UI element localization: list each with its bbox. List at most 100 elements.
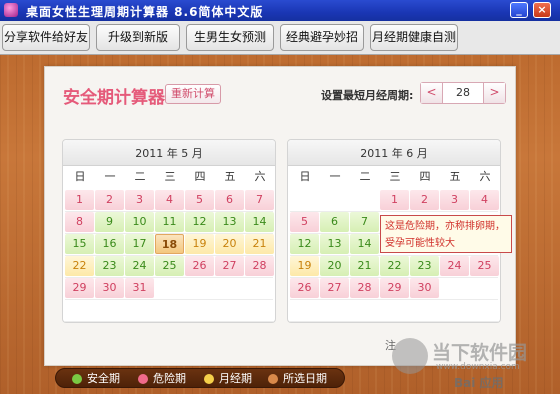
calendar-day[interactable]: 4 xyxy=(155,190,184,210)
weekday-label: 日 xyxy=(74,170,86,183)
calendar-day[interactable]: 17 xyxy=(125,234,154,254)
calendar-day[interactable]: 7 xyxy=(350,212,379,232)
calendar-day[interactable]: 21 xyxy=(245,234,274,254)
calendar-empty-cell xyxy=(215,300,244,320)
close-button[interactable]: × xyxy=(533,2,551,18)
calendar-day[interactable]: 14 xyxy=(350,234,379,254)
weekday-label: 一 xyxy=(104,170,116,183)
calendar-empty-cell xyxy=(350,300,379,320)
legend: 安全期 危险期 月经期 所选日期 xyxy=(55,368,345,388)
calendar-day[interactable]: 11 xyxy=(155,212,184,232)
calendar-day[interactable]: 24 xyxy=(440,256,469,276)
calendar-day[interactable]: 25 xyxy=(155,256,184,276)
calendar-day[interactable]: 7 xyxy=(245,190,274,210)
calendar-day[interactable]: 6 xyxy=(215,190,244,210)
calendar-day[interactable]: 3 xyxy=(440,190,469,210)
calendar-day[interactable]: 15 xyxy=(65,234,94,254)
tooltip-line: 这是危险期，亦称排卵期， xyxy=(385,221,505,232)
calendar-day[interactable]: 5 xyxy=(185,190,214,210)
weekday-row: 日一二三四五六 xyxy=(63,166,275,188)
calendar-empty-cell xyxy=(320,190,349,210)
calendar-day[interactable]: 27 xyxy=(215,256,244,276)
calendar-day[interactable]: 13 xyxy=(320,234,349,254)
calendar-day[interactable]: 19 xyxy=(185,234,214,254)
weekday-label: 二 xyxy=(134,170,146,183)
calendar-day[interactable]: 18 xyxy=(155,234,184,254)
cycle-stepper[interactable]: < 28 > xyxy=(420,82,506,104)
calendar-day[interactable]: 2 xyxy=(95,190,124,210)
gender-predict-button[interactable]: 生男生女预测 xyxy=(186,24,274,51)
weekday-label: 六 xyxy=(254,170,266,183)
calendar-day[interactable]: 4 xyxy=(470,190,499,210)
toolbar: 分享软件给好友 升级到新版 生男生女预测 经典避孕妙招 月经期健康自测 xyxy=(0,21,560,55)
calendar-empty-cell xyxy=(320,300,349,320)
calendar-day[interactable]: 25 xyxy=(470,256,499,276)
calendar-empty-cell xyxy=(95,300,124,320)
calendar-day[interactable]: 3 xyxy=(125,190,154,210)
calendar-empty-cell xyxy=(440,278,469,298)
calendar-day[interactable]: 6 xyxy=(320,212,349,232)
increment-button[interactable]: > xyxy=(483,83,505,103)
calendar-day[interactable]: 13 xyxy=(215,212,244,232)
calendar-day[interactable]: 21 xyxy=(350,256,379,276)
calendar-day[interactable]: 2 xyxy=(410,190,439,210)
calendar-day[interactable]: 10 xyxy=(125,212,154,232)
recalculate-button[interactable]: 重新计算 xyxy=(165,84,221,104)
calendar-day[interactable]: 26 xyxy=(185,256,214,276)
calendar-day[interactable]: 31 xyxy=(125,278,154,298)
cycle-label: 设置最短月经周期: xyxy=(321,89,414,102)
calendar-day[interactable]: 26 xyxy=(290,278,319,298)
calendar-day[interactable]: 22 xyxy=(380,256,409,276)
weekday-label: 三 xyxy=(164,170,176,183)
danger-dot-icon xyxy=(138,374,148,384)
calendar-day[interactable]: 12 xyxy=(185,212,214,232)
share-software-button[interactable]: 分享软件给好友 xyxy=(2,24,90,51)
upgrade-button[interactable]: 升级到新版 xyxy=(96,24,180,51)
calendar-empty-cell xyxy=(65,300,94,320)
contraception-tips-button[interactable]: 经典避孕妙招 xyxy=(280,24,364,51)
calendar-day[interactable]: 1 xyxy=(65,190,94,210)
calendar-day[interactable]: 12 xyxy=(290,234,319,254)
calendar-day[interactable]: 19 xyxy=(290,256,319,276)
calendar-empty-cell xyxy=(410,300,439,320)
calendar-day[interactable]: 28 xyxy=(245,256,274,276)
calendar-day[interactable]: 27 xyxy=(320,278,349,298)
calendar-day[interactable]: 16 xyxy=(95,234,124,254)
minimize-button[interactable]: _ xyxy=(510,2,528,18)
calendar-day[interactable]: 30 xyxy=(410,278,439,298)
calendar-day[interactable]: 23 xyxy=(95,256,124,276)
calendar-day[interactable]: 9 xyxy=(95,212,124,232)
calendar-day[interactable]: 29 xyxy=(65,278,94,298)
footnote-text: 注 xyxy=(385,339,396,352)
danger-tooltip: 这是危险期，亦称排卵期， 受孕可能性较大 xyxy=(380,215,512,253)
calendar-day[interactable]: 5 xyxy=(290,212,319,232)
legend-label: 月经期 xyxy=(219,372,252,385)
weekday-label: 六 xyxy=(479,170,491,183)
app-icon xyxy=(4,3,18,17)
weekday-label: 一 xyxy=(329,170,341,183)
calendar-day[interactable]: 8 xyxy=(65,212,94,232)
calendar-day[interactable]: 29 xyxy=(380,278,409,298)
calendar-empty-cell xyxy=(290,300,319,320)
weekday-label: 四 xyxy=(419,170,431,183)
calendar-day[interactable]: 24 xyxy=(125,256,154,276)
calendar-empty-cell xyxy=(245,278,274,298)
calendar-gridline xyxy=(65,321,273,322)
cycle-value[interactable]: 28 xyxy=(443,83,483,103)
calendar-day[interactable]: 20 xyxy=(320,256,349,276)
calendar-day[interactable]: 22 xyxy=(65,256,94,276)
calendar-day[interactable]: 1 xyxy=(380,190,409,210)
calendar-day[interactable]: 20 xyxy=(215,234,244,254)
calendar-month-title: 2011 年 6 月 xyxy=(288,140,500,166)
health-test-button[interactable]: 月经期健康自测 xyxy=(370,24,458,51)
calendar-day[interactable]: 23 xyxy=(410,256,439,276)
calendar-day[interactable]: 28 xyxy=(350,278,379,298)
calendar-empty-cell xyxy=(440,300,469,320)
weekday-label: 四 xyxy=(194,170,206,183)
weekday-label: 五 xyxy=(224,170,236,183)
calendar-day[interactable]: 30 xyxy=(95,278,124,298)
decrement-button[interactable]: < xyxy=(421,83,443,103)
calendar-day[interactable]: 14 xyxy=(245,212,274,232)
calendar-empty-cell xyxy=(155,278,184,298)
panel-title: 安全期计算器 xyxy=(63,88,165,108)
